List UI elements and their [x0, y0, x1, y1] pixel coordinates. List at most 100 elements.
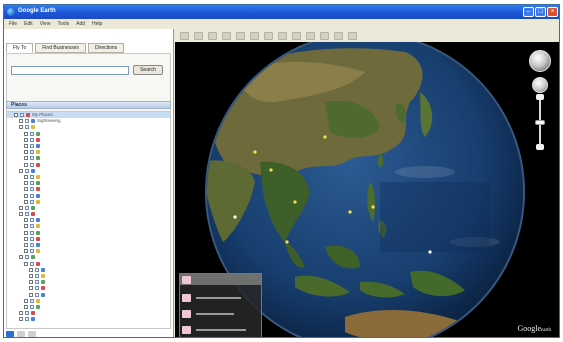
search-button[interactable]: Search — [133, 65, 163, 75]
zoom-slider-thumb[interactable] — [535, 120, 545, 125]
visibility-checkbox[interactable] — [20, 113, 24, 118]
menu-view[interactable]: View — [40, 21, 51, 27]
expand-toggle-icon[interactable] — [19, 255, 23, 260]
search-places-button[interactable] — [6, 331, 14, 337]
close-button[interactable]: × — [547, 7, 558, 17]
info-item-1[interactable] — [196, 297, 241, 299]
tree-item[interactable] — [7, 316, 170, 322]
info-panel[interactable] — [179, 273, 262, 337]
expand-toggle-icon[interactable] — [24, 131, 28, 136]
visibility-checkbox[interactable] — [30, 193, 34, 198]
expand-toggle-icon[interactable] — [29, 273, 33, 278]
ruler-button[interactable] — [306, 31, 315, 40]
info-item-1-icon[interactable] — [182, 294, 191, 302]
expand-toggle-icon[interactable] — [24, 243, 28, 248]
expand-toggle-icon[interactable] — [24, 181, 28, 186]
expand-toggle-icon[interactable] — [19, 212, 23, 217]
add-overlay-button[interactable] — [236, 31, 245, 40]
expand-toggle-icon[interactable] — [24, 156, 28, 161]
expand-toggle-icon[interactable] — [24, 224, 28, 229]
historical-imagery-button[interactable] — [264, 31, 273, 40]
visibility-checkbox[interactable] — [25, 205, 29, 210]
visibility-checkbox[interactable] — [30, 187, 34, 192]
visibility-checkbox[interactable] — [30, 144, 34, 149]
visibility-checkbox[interactable] — [30, 224, 34, 229]
visibility-checkbox[interactable] — [30, 131, 34, 136]
menu-help[interactable]: Help — [92, 21, 102, 27]
planets-button[interactable] — [292, 31, 301, 40]
print-button[interactable] — [334, 31, 343, 40]
hide-sidebar-button[interactable] — [180, 31, 189, 40]
email-button[interactable] — [320, 31, 329, 40]
menu-tools[interactable]: Tools — [57, 21, 69, 27]
visibility-checkbox[interactable] — [30, 249, 34, 254]
expand-toggle-icon[interactable] — [24, 218, 28, 223]
info-item-2[interactable] — [196, 313, 234, 315]
places-header[interactable]: Places — [6, 101, 171, 109]
look-joystick-icon[interactable] — [529, 50, 551, 72]
minimize-button[interactable]: – — [523, 7, 534, 17]
visibility-checkbox[interactable] — [35, 273, 39, 278]
map-view[interactable]: Googleearth — [175, 42, 559, 337]
visibility-checkbox[interactable] — [30, 181, 34, 186]
title-bar[interactable]: Google Earth – □ × — [4, 5, 559, 19]
info-item-3[interactable] — [196, 329, 246, 331]
expand-toggle-icon[interactable] — [14, 113, 18, 118]
visibility-checkbox[interactable] — [30, 236, 34, 241]
move-joystick-icon[interactable] — [532, 77, 548, 93]
menu-add[interactable]: Add — [76, 21, 85, 27]
expand-toggle-icon[interactable] — [19, 119, 23, 124]
visibility-checkbox[interactable] — [25, 168, 29, 173]
visibility-checkbox[interactable] — [25, 119, 29, 124]
expand-toggle-icon[interactable] — [24, 174, 28, 179]
visibility-checkbox[interactable] — [30, 162, 34, 167]
expand-toggle-icon[interactable] — [24, 230, 28, 235]
expand-toggle-icon[interactable] — [24, 249, 28, 254]
expand-toggle-icon[interactable] — [24, 150, 28, 155]
visibility-checkbox[interactable] — [30, 150, 34, 155]
visibility-checkbox[interactable] — [25, 212, 29, 217]
expand-toggle-icon[interactable] — [29, 292, 33, 297]
expand-toggle-icon[interactable] — [24, 236, 28, 241]
sunlight-button[interactable] — [278, 31, 287, 40]
info-item-3-icon[interactable] — [182, 326, 191, 334]
visibility-checkbox[interactable] — [30, 174, 34, 179]
menu-edit[interactable]: Edit — [24, 21, 33, 27]
tab-find-businesses[interactable]: Find Businesses — [35, 43, 86, 53]
expand-toggle-icon[interactable] — [29, 267, 33, 272]
add-path-button[interactable] — [222, 31, 231, 40]
visibility-checkbox[interactable] — [25, 125, 29, 130]
search-input[interactable] — [11, 66, 129, 75]
add-placemark-button[interactable] — [194, 31, 203, 40]
down-button[interactable] — [28, 331, 36, 337]
visibility-checkbox[interactable] — [35, 286, 39, 291]
record-tour-button[interactable] — [250, 31, 259, 40]
visibility-checkbox[interactable] — [30, 243, 34, 248]
visibility-checkbox[interactable] — [35, 267, 39, 272]
menu-file[interactable]: File — [9, 21, 17, 27]
visibility-checkbox[interactable] — [35, 280, 39, 285]
expand-toggle-icon[interactable] — [19, 168, 23, 173]
expand-toggle-icon[interactable] — [19, 205, 23, 210]
add-polygon-button[interactable] — [208, 31, 217, 40]
expand-toggle-icon[interactable] — [24, 144, 28, 149]
visibility-checkbox[interactable] — [25, 255, 29, 260]
tab-directions[interactable]: Directions — [87, 43, 125, 53]
expand-toggle-icon[interactable] — [29, 286, 33, 291]
zoom-in-icon[interactable] — [536, 94, 544, 100]
visibility-checkbox[interactable] — [30, 137, 34, 142]
visibility-checkbox[interactable] — [30, 304, 34, 309]
visibility-checkbox[interactable] — [25, 317, 29, 322]
expand-toggle-icon[interactable] — [19, 311, 23, 316]
visibility-checkbox[interactable] — [30, 156, 34, 161]
expand-toggle-icon[interactable] — [24, 261, 28, 266]
expand-toggle-icon[interactable] — [24, 199, 28, 204]
maximize-button[interactable]: □ — [535, 7, 546, 17]
expand-toggle-icon[interactable] — [24, 193, 28, 198]
expand-toggle-icon[interactable] — [29, 280, 33, 285]
expand-toggle-icon[interactable] — [19, 125, 23, 130]
expand-toggle-icon[interactable] — [19, 317, 23, 322]
zoom-out-icon[interactable] — [536, 144, 544, 150]
expand-toggle-icon[interactable] — [24, 187, 28, 192]
view-in-maps-button[interactable] — [348, 31, 357, 40]
